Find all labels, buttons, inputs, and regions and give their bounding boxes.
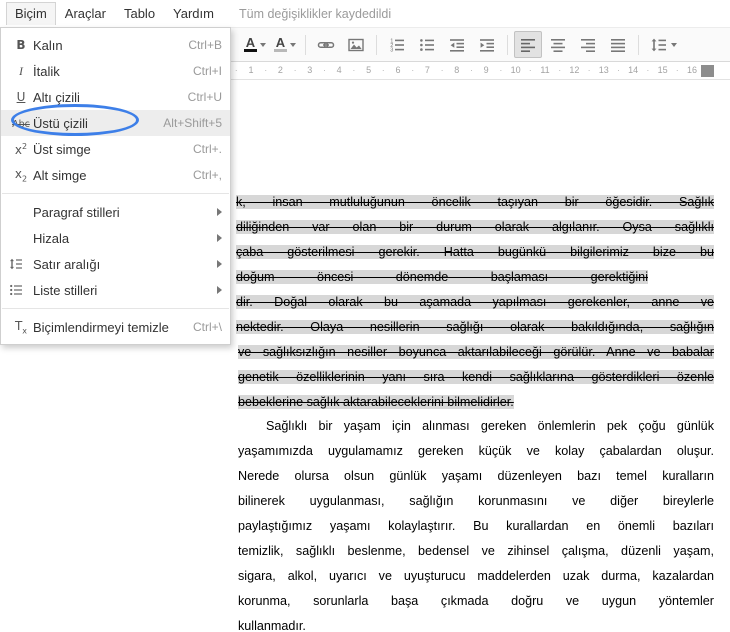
align-left-icon [519, 36, 537, 54]
document-line[interactable]: Sağlıklı bir yaşam için alınması gereken… [238, 414, 714, 439]
ruler-right-margin-block[interactable] [701, 65, 714, 77]
menu-item-alti-cizili[interactable]: U Altı çizili Ctrl+U [1, 84, 230, 110]
numbered-list-button[interactable]: 123 [383, 31, 411, 58]
document-line[interactable]: Nerede olursa olsun günlük yaşamı düzenl… [238, 464, 714, 489]
line-spacing-button[interactable] [645, 31, 681, 58]
document-line[interactable]: genetik özelliklerinin yanı sıra kendi s… [238, 365, 714, 390]
document-line[interactable]: ve sağlıksızlığın nesiller boyunca aktar… [238, 340, 714, 365]
decrease-indent-icon [448, 36, 466, 54]
menu-item-paragraf-stilleri[interactable]: Paragraf stilleri [1, 199, 230, 225]
align-right-button[interactable] [574, 31, 602, 58]
subscript-icon: x2 [9, 167, 33, 183]
menu-separator [2, 193, 229, 194]
menu-bicim[interactable]: Biçim [6, 2, 56, 25]
text-color-button[interactable]: A [241, 31, 269, 58]
align-left-button[interactable] [514, 31, 542, 58]
line-spacing-icon [9, 257, 33, 271]
list-styles-icon [9, 283, 33, 297]
document-line[interactable]: temizlik, sağlıklı beslenme, bedensel ve… [238, 539, 714, 564]
svg-text:3: 3 [390, 47, 393, 53]
toolbar-separator [507, 35, 508, 55]
increase-indent-button[interactable] [473, 31, 501, 58]
menu-item-hizala[interactable]: Hizala [1, 225, 230, 251]
align-justify-icon [609, 36, 627, 54]
align-right-icon [579, 36, 597, 54]
highlight-color-icon: A [274, 37, 287, 52]
toolbar-separator [305, 35, 306, 55]
highlight-color-button[interactable]: A [271, 31, 299, 58]
document-line[interactable]: bebeklerine sağlık aktarabileceklerini b… [238, 390, 514, 415]
link-icon [317, 36, 335, 54]
clear-formatting-icon: Tx [9, 319, 33, 335]
document-line[interactable]: diliğinden var olan bir durum olarak alg… [236, 215, 714, 240]
document-line[interactable]: korunma, sorunlarla başa çıkmada doğru v… [238, 589, 714, 614]
document-line[interactable]: dir. Doğal olarak bu aşamada yapılması g… [236, 290, 714, 315]
chevron-down-icon [290, 43, 296, 47]
menu-item-liste-stilleri[interactable]: Liste stilleri [1, 277, 230, 303]
toolbar-separator [638, 35, 639, 55]
submenu-arrow-icon [217, 260, 222, 268]
document-line[interactable]: k, insan mutluluğunun öncelik taşıyan bi… [236, 190, 714, 215]
italic-icon: I [9, 64, 33, 79]
document-line[interactable]: paylaştığımız yaşamı kolaylaştırır. Bu k… [238, 514, 714, 539]
submenu-arrow-icon [217, 208, 222, 216]
underline-icon: U [9, 90, 33, 104]
menu-item-ustu-cizili[interactable]: Abc Üstü çizili Alt+Shift+5 [1, 110, 230, 136]
menubar: Biçim Araçlar Tablo Yardım Tüm değişikli… [0, 0, 730, 27]
menu-separator [2, 308, 229, 309]
document-line[interactable]: doğum öncesi dönemde başlaması gerektiği… [236, 265, 648, 290]
menu-item-kalin[interactable]: B Kalın Ctrl+B [1, 32, 230, 58]
menu-item-italik[interactable]: I İtalik Ctrl+I [1, 58, 230, 84]
document-line[interactable]: yaşamımızda uygulamamız gereken küçük ve… [238, 439, 714, 464]
submenu-arrow-icon [217, 286, 222, 294]
toolbar-separator [376, 35, 377, 55]
menu-item-bicimlendirmeyi-temizle[interactable]: Tx Biçimlendirmeyi temizle Ctrl+\ [1, 314, 230, 340]
document-line[interactable]: nektedir. Olaya nesillerin sağlığı olara… [236, 315, 714, 340]
save-status: Tüm değişiklikler kaydedildi [239, 7, 391, 21]
insert-link-button[interactable] [312, 31, 340, 58]
bold-icon: B [9, 38, 33, 52]
line-spacing-icon [650, 36, 668, 54]
chevron-down-icon [260, 43, 266, 47]
align-center-button[interactable] [544, 31, 572, 58]
strikethrough-icon: Abc [9, 116, 33, 130]
document-line[interactable]: bilinerek uygulanması, sağlığın korunmas… [238, 489, 714, 514]
document-line[interactable]: çaba gösterilmesi gerekir. Hatta bugünkü… [236, 240, 714, 265]
chevron-down-icon [671, 43, 677, 47]
bulleted-list-button[interactable] [413, 31, 441, 58]
align-justify-button[interactable] [604, 31, 632, 58]
menu-item-satir-araligi[interactable]: Satır aralığı [1, 251, 230, 277]
menu-araclar[interactable]: Araçlar [56, 2, 115, 25]
image-icon [347, 36, 365, 54]
submenu-arrow-icon [217, 234, 222, 242]
superscript-icon: x2 [9, 142, 33, 157]
document-line[interactable]: sigara, alkol, uyarıcı ve uyuşturucu mad… [238, 564, 714, 589]
google-docs-window: Biçim Araçlar Tablo Yardım Tüm değişikli… [0, 0, 730, 632]
menu-yardim[interactable]: Yardım [164, 2, 223, 25]
menu-tablo[interactable]: Tablo [115, 2, 164, 25]
align-center-icon [549, 36, 567, 54]
numbered-list-icon: 123 [388, 36, 406, 54]
format-menu: B Kalın Ctrl+B I İtalik Ctrl+I U Altı çi… [0, 27, 231, 345]
bulleted-list-icon [418, 36, 436, 54]
text-color-icon: A [244, 37, 257, 52]
menu-item-alt-simge[interactable]: x2 Alt simge Ctrl+, [1, 162, 230, 188]
insert-image-button[interactable] [342, 31, 370, 58]
menu-item-ust-simge[interactable]: x2 Üst simge Ctrl+. [1, 136, 230, 162]
decrease-indent-button[interactable] [443, 31, 471, 58]
increase-indent-icon [478, 36, 496, 54]
document-line[interactable]: kullanmadır. [238, 614, 306, 632]
